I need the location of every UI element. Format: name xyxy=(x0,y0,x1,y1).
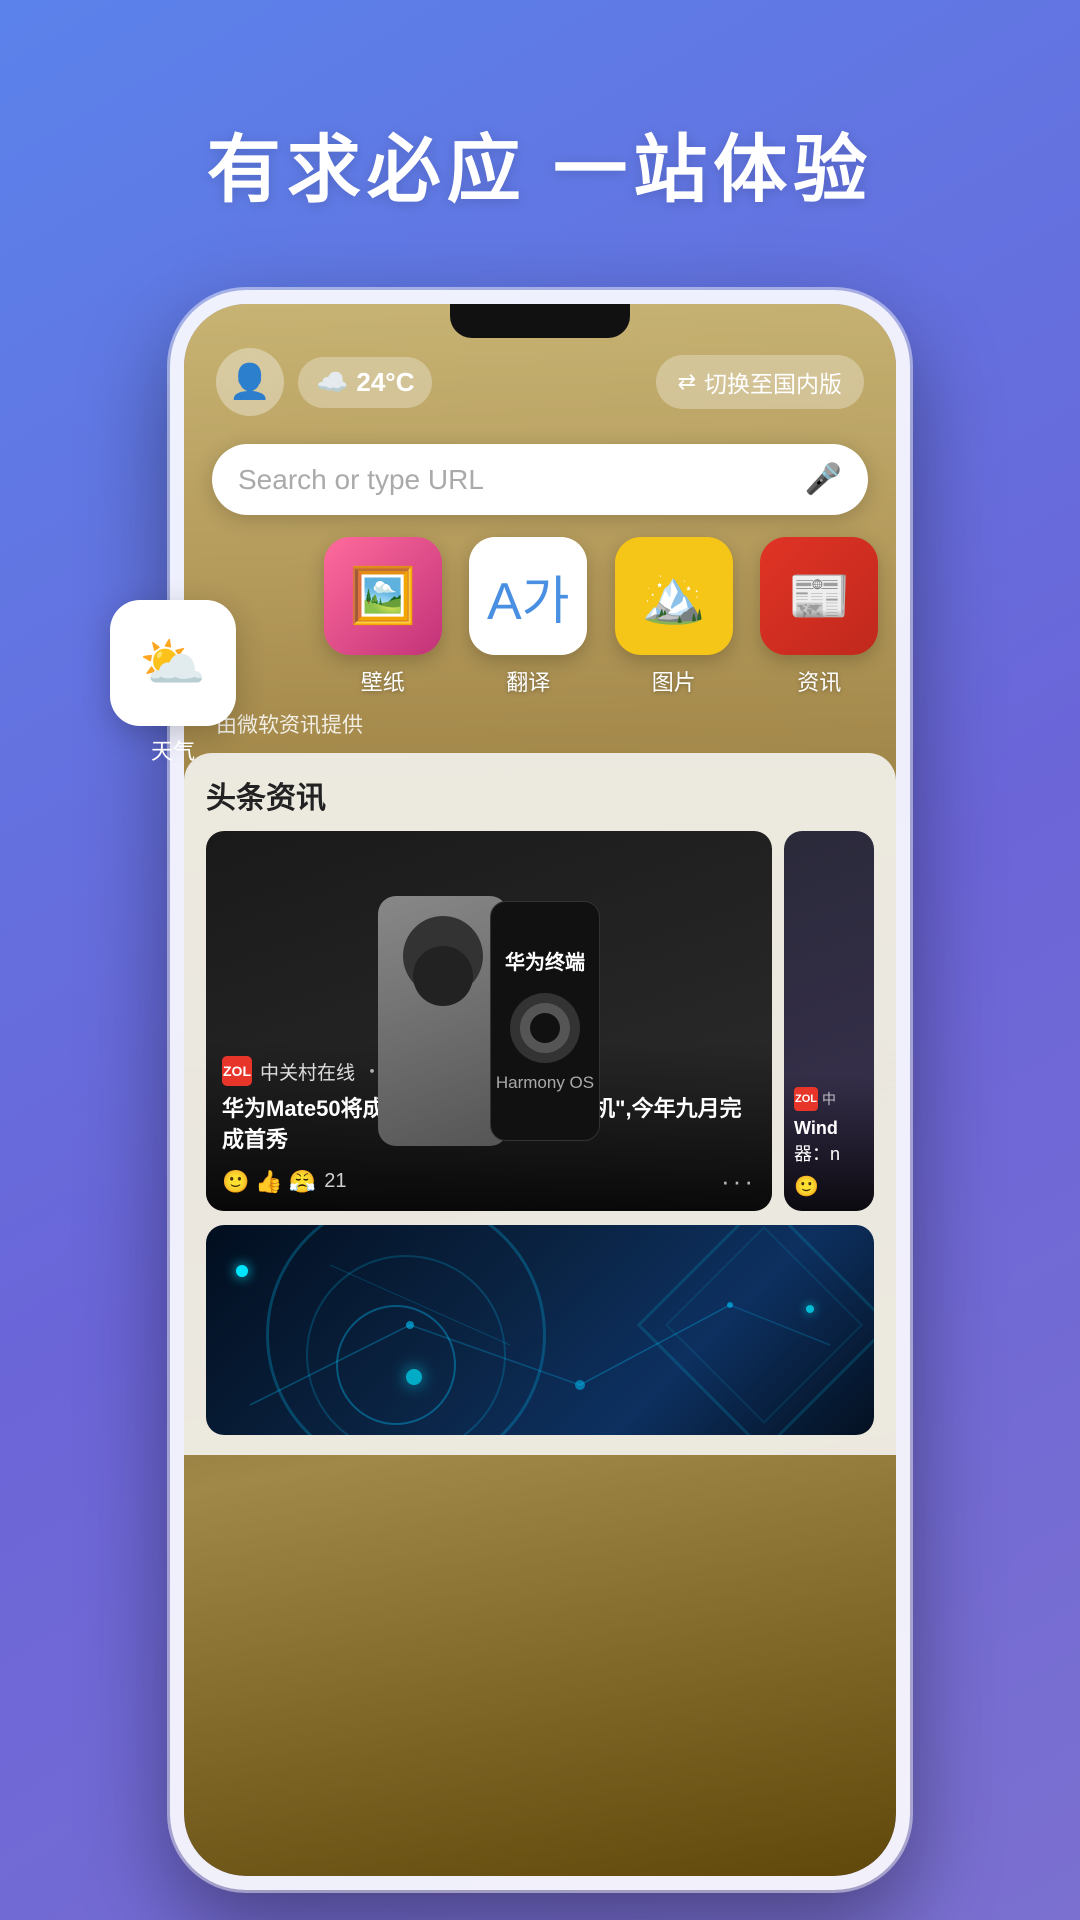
news-app-icon: 📰 xyxy=(760,537,878,655)
microphone-icon[interactable]: 🎤 xyxy=(805,462,842,497)
search-bar[interactable]: Search or type URL 🎤 xyxy=(212,444,868,515)
partial-reaction-icon[interactable]: 🙂 xyxy=(794,1176,819,1198)
avatar-button[interactable]: 👤 xyxy=(216,348,284,416)
photos-label: 图片 xyxy=(652,665,696,697)
photos-icon-graphic: 🏔️ xyxy=(641,566,706,627)
phone-container: ⛅ 天气 👤 xyxy=(170,290,910,1890)
photos-app-icon: 🏔️ xyxy=(615,537,733,655)
huawei-terminal-label: 华为终端 xyxy=(505,949,585,977)
news-card-partial[interactable]: ZOL 中 Wind 器：n 🙂 xyxy=(784,831,874,1211)
news-card-main[interactable]: 华为终端 Harmony OS xyxy=(206,831,772,1211)
translate-app-icon: A가 xyxy=(469,537,587,655)
reaction-count: 21 xyxy=(324,1170,346,1193)
phone-notch xyxy=(450,304,630,338)
partial-headline: Wind xyxy=(794,1117,864,1140)
switch-label: 切换至国内版 xyxy=(704,365,842,399)
harmony-label: Harmony OS xyxy=(496,1073,594,1093)
news-cards-container: 华为终端 Harmony OS xyxy=(206,831,874,1211)
translate-label: 翻译 xyxy=(506,665,550,697)
wallpaper-icon-graphic: 🖼️ xyxy=(349,565,416,628)
temperature-display: 24°C xyxy=(356,367,414,398)
reaction-angry: 😤 xyxy=(289,1169,316,1195)
switch-to-cn-button[interactable]: ⇄ 切换至国内版 xyxy=(656,355,864,409)
wallpaper-app-item[interactable]: 🖼️ 壁纸 xyxy=(314,537,452,697)
add-reaction-icon[interactable]: 🙂 xyxy=(222,1169,249,1195)
wallpaper-app-icon: 🖼️ xyxy=(324,537,442,655)
floating-weather-label: 天气 xyxy=(114,734,232,766)
switch-icon: ⇄ xyxy=(678,369,696,395)
reaction-thumbs: 👍 xyxy=(255,1169,282,1195)
translate-icon-graphic: A가 xyxy=(487,559,570,634)
phone-screen: 👤 ☁️ 24°C ⇄ 切换至国内版 xyxy=(184,304,896,1876)
news-app-item[interactable]: 📰 资讯 xyxy=(751,537,889,697)
wallpaper-label: 壁纸 xyxy=(361,665,405,697)
weather-cloud-icon: ⛅ xyxy=(139,632,206,695)
ms-credit-text: 由微软资讯提供 xyxy=(184,705,896,753)
translate-app-item[interactable]: A가 翻译 xyxy=(460,537,598,697)
weather-pill[interactable]: ☁️ 24°C xyxy=(298,357,432,408)
photos-app-item[interactable]: 🏔️ 图片 xyxy=(605,537,743,697)
user-icon: 👤 xyxy=(229,362,271,402)
news-section-title: 头条资讯 xyxy=(206,773,874,817)
quick-apps-row: 🖼️ 壁纸 A가 翻译 🏔️ xyxy=(184,537,896,705)
news-panel: 头条资讯 xyxy=(184,753,896,1455)
hero-title: 有求必应 一站体验 xyxy=(0,0,1080,217)
status-left: 👤 ☁️ 24°C xyxy=(216,348,432,416)
phone-frame: 👤 ☁️ 24°C ⇄ 切换至国内版 xyxy=(170,290,910,1890)
news-source-icon: ZOL xyxy=(222,1056,252,1086)
news-reactions-row: 🙂 👍 😤 21 ··· xyxy=(222,1166,756,1197)
news-source-name: 中关村在线 xyxy=(260,1058,355,1085)
news-label: 资讯 xyxy=(797,665,841,697)
news-card-cyber[interactable] xyxy=(206,1225,874,1435)
cloud-icon: ☁️ xyxy=(316,367,348,398)
news-icon-graphic: 📰 xyxy=(788,567,850,626)
floating-weather-icon[interactable]: ⛅ xyxy=(110,600,236,726)
phone-silhouette-right: 华为终端 Harmony OS xyxy=(490,901,600,1141)
search-placeholder-text: Search or type URL xyxy=(238,464,805,496)
partial-subtitle: 器：n xyxy=(794,1140,864,1166)
more-options-button[interactable]: ··· xyxy=(721,1166,756,1197)
screen-content: 👤 ☁️ 24°C ⇄ 切换至国内版 xyxy=(184,304,896,1876)
phone-silhouette-left xyxy=(378,896,508,1146)
partial-card-overlay: ZOL 中 Wind 器：n 🙂 xyxy=(784,1075,874,1211)
